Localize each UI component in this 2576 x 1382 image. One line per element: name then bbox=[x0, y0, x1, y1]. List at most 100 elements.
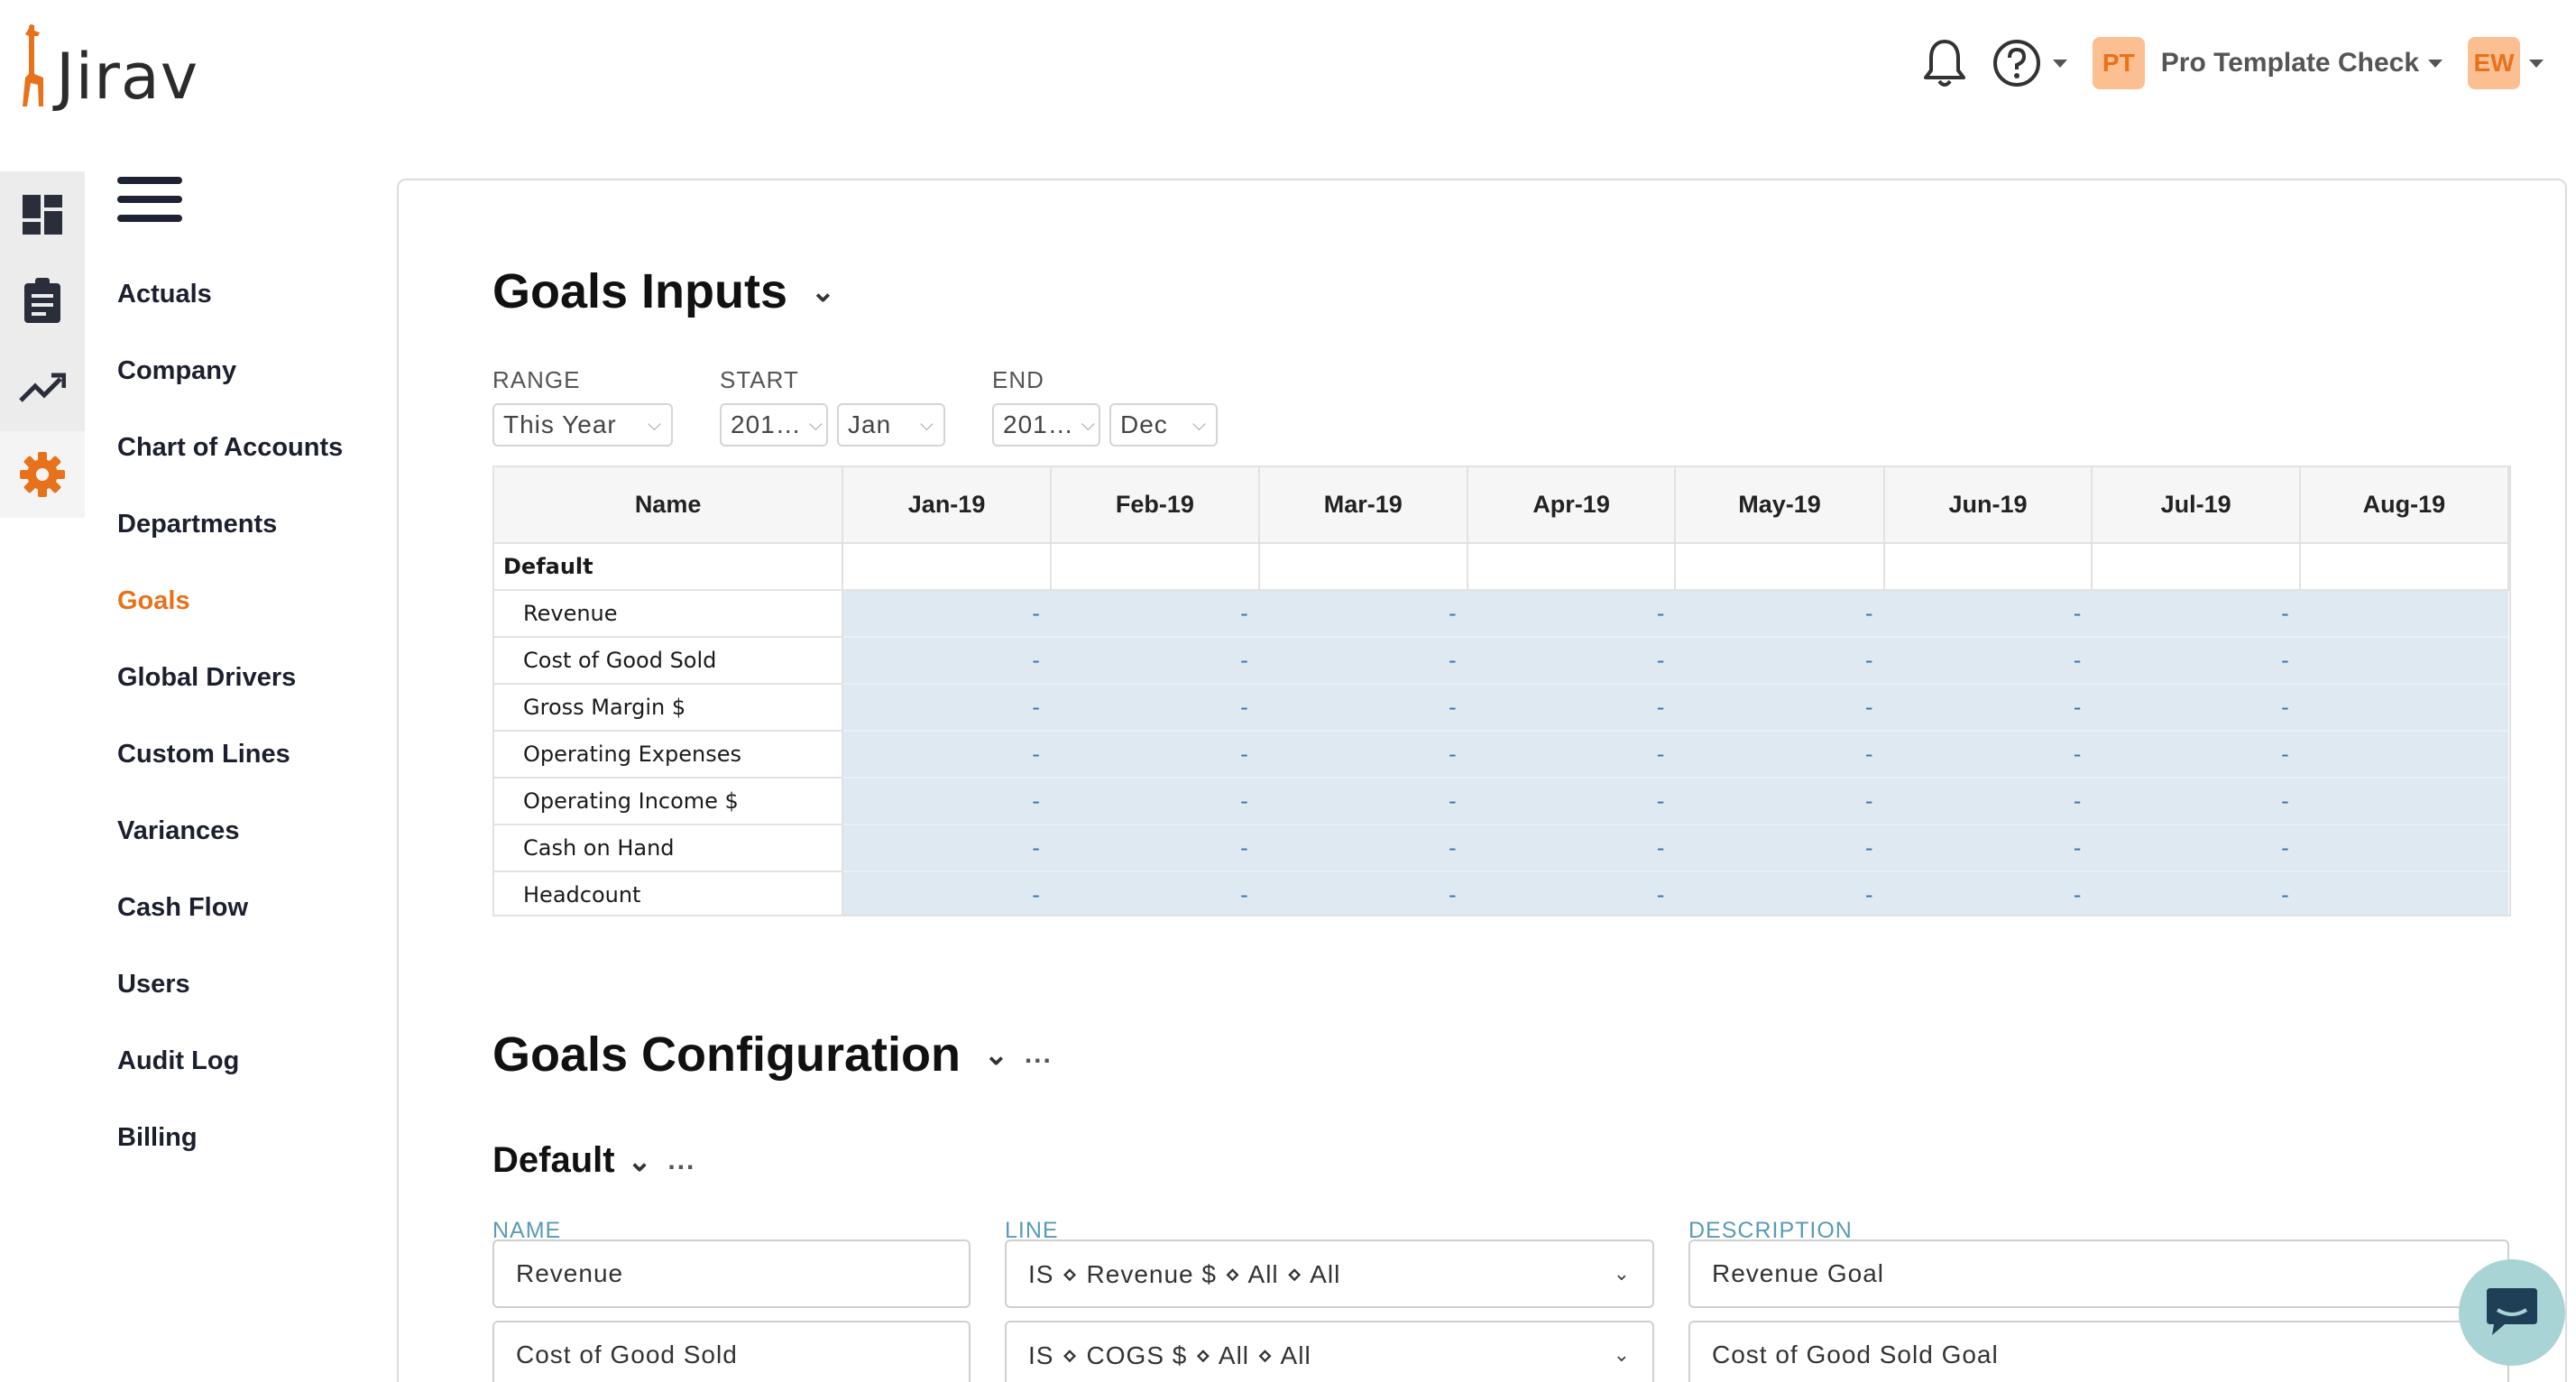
nav-item-departments[interactable]: Departments bbox=[117, 501, 343, 577]
end-month-select[interactable]: Dec ⌵ bbox=[1109, 403, 1218, 447]
value-cell[interactable]: - bbox=[1675, 590, 1884, 638]
value-cell[interactable]: - bbox=[1675, 778, 1884, 825]
rail-dashboard[interactable] bbox=[0, 171, 85, 258]
value-cell[interactable] bbox=[2299, 590, 2508, 638]
menu-icon[interactable] bbox=[117, 177, 182, 224]
value-cell[interactable] bbox=[2299, 637, 2508, 685]
company-dropdown-caret[interactable] bbox=[2428, 59, 2443, 68]
bell-icon[interactable] bbox=[1918, 36, 1972, 90]
value-cell[interactable]: - bbox=[1467, 590, 1676, 638]
value-cell[interactable]: - bbox=[1467, 871, 1676, 915]
value-cell[interactable]: - bbox=[2092, 637, 2300, 685]
value-cell[interactable]: - bbox=[842, 825, 1051, 872]
value-cell[interactable]: - bbox=[1258, 825, 1467, 872]
nav-item-actuals[interactable]: Actuals bbox=[117, 271, 343, 347]
user-dropdown-caret[interactable] bbox=[2529, 59, 2544, 68]
value-cell[interactable]: - bbox=[1467, 825, 1676, 872]
nav-item-chart-of-accounts[interactable]: Chart of Accounts bbox=[117, 424, 343, 501]
goal-description-field[interactable]: Revenue Goal bbox=[1688, 1239, 2509, 1308]
value-cell[interactable]: - bbox=[1467, 637, 1676, 685]
value-cell[interactable]: - bbox=[1258, 778, 1467, 825]
value-cell[interactable]: - bbox=[1258, 684, 1467, 732]
value-cell[interactable]: - bbox=[1883, 684, 2093, 732]
goal-description-field[interactable]: Cost of Good Sold Goal bbox=[1688, 1321, 2509, 1382]
value-cell[interactable]: - bbox=[1467, 778, 1676, 825]
value-cell[interactable]: - bbox=[842, 684, 1051, 732]
value-cell[interactable] bbox=[2299, 731, 2508, 779]
more-options-icon[interactable]: ... bbox=[667, 1146, 695, 1176]
value-cell[interactable]: - bbox=[1258, 731, 1467, 779]
value-cell[interactable]: - bbox=[1050, 871, 1259, 915]
value-cell[interactable]: - bbox=[1675, 637, 1884, 685]
value-cell[interactable]: - bbox=[1883, 825, 2093, 872]
value-cell[interactable] bbox=[2299, 778, 2508, 825]
nav-item-custom-lines[interactable]: Custom Lines bbox=[117, 731, 343, 807]
company-switcher[interactable]: Pro Template Check bbox=[2161, 48, 2419, 78]
value-cell[interactable]: - bbox=[1467, 731, 1676, 779]
value-cell[interactable]: - bbox=[842, 590, 1051, 638]
goal-line-select[interactable]: IS ⋄ COGS $ ⋄ All ⋄ All ⌄ bbox=[1005, 1321, 1654, 1382]
nav-item-global-drivers[interactable]: Global Drivers bbox=[117, 654, 343, 731]
goal-name-field[interactable]: Cost of Good Sold bbox=[492, 1321, 971, 1382]
value-cell[interactable]: - bbox=[1675, 684, 1884, 732]
value-cell[interactable]: - bbox=[1883, 778, 2093, 825]
value-cell[interactable]: - bbox=[1258, 590, 1467, 638]
value-cell[interactable]: - bbox=[1883, 590, 2093, 638]
nav-item-goals[interactable]: Goals bbox=[117, 577, 343, 654]
value-cell[interactable]: - bbox=[1050, 637, 1259, 685]
help-icon[interactable] bbox=[1990, 36, 2044, 90]
value-cell[interactable] bbox=[2299, 871, 2508, 915]
value-cell[interactable]: - bbox=[1883, 871, 2093, 915]
value-cell[interactable]: - bbox=[842, 731, 1051, 779]
value-cell[interactable] bbox=[2299, 684, 2508, 732]
user-avatar[interactable]: EW bbox=[2468, 37, 2520, 89]
start-year-select[interactable]: 201… ⌵ bbox=[720, 403, 828, 447]
goals-table: Name Jan-19 Feb-19 Mar-19 Apr-19 May-19 Jun-19… bbox=[494, 467, 2509, 915]
end-year-select[interactable]: 201… ⌵ bbox=[992, 403, 1100, 447]
more-options-icon[interactable]: ... bbox=[1025, 1039, 1053, 1070]
start-month-select[interactable]: Jan ⌵ bbox=[837, 403, 945, 447]
chevron-down-icon[interactable]: ⌄ bbox=[984, 1037, 1008, 1072]
company-avatar[interactable]: PT bbox=[2092, 37, 2145, 89]
value-cell[interactable]: - bbox=[1675, 871, 1884, 915]
value-cell[interactable]: - bbox=[1258, 637, 1467, 685]
value-cell[interactable]: - bbox=[2092, 825, 2300, 872]
value-cell[interactable]: - bbox=[1050, 731, 1259, 779]
nav-item-variances[interactable]: Variances bbox=[117, 807, 343, 884]
value-cell[interactable]: - bbox=[1258, 871, 1467, 915]
goal-line-select[interactable]: IS ⋄ Revenue $ ⋄ All ⋄ All ⌄ bbox=[1005, 1239, 1654, 1308]
rail-reports[interactable] bbox=[0, 258, 85, 345]
value-cell[interactable]: - bbox=[2092, 778, 2300, 825]
value-cell[interactable]: - bbox=[2092, 871, 2300, 915]
value-cell[interactable]: - bbox=[842, 871, 1051, 915]
value-cell[interactable]: - bbox=[1050, 590, 1259, 638]
value-cell[interactable]: - bbox=[1675, 731, 1884, 779]
value-cell[interactable]: - bbox=[842, 637, 1051, 685]
chevron-down-icon[interactable]: ⌄ bbox=[811, 274, 835, 309]
jirav-logo[interactable]: Jirav bbox=[13, 18, 198, 108]
nav-item-billing[interactable]: Billing bbox=[117, 1114, 343, 1191]
help-dropdown-caret[interactable] bbox=[2052, 59, 2067, 68]
nav-item-audit-log[interactable]: Audit Log bbox=[117, 1037, 343, 1114]
value-cell[interactable]: - bbox=[1883, 731, 2093, 779]
value-cell[interactable]: - bbox=[2092, 684, 2300, 732]
value-cell[interactable]: - bbox=[1883, 637, 2093, 685]
value-cell[interactable]: - bbox=[1675, 825, 1884, 872]
nav-item-users[interactable]: Users bbox=[117, 961, 343, 1037]
value-cell[interactable]: - bbox=[1050, 778, 1259, 825]
value-cell[interactable]: - bbox=[2092, 731, 2300, 779]
value-cell[interactable]: - bbox=[1050, 684, 1259, 732]
value-cell[interactable]: - bbox=[1467, 684, 1676, 732]
value-cell[interactable] bbox=[2299, 825, 2508, 872]
rail-settings[interactable] bbox=[0, 431, 85, 518]
rail-trends[interactable] bbox=[0, 345, 85, 431]
value-cell[interactable]: - bbox=[1050, 825, 1259, 872]
range-select[interactable]: This Year ⌵ bbox=[492, 403, 673, 447]
chevron-down-icon[interactable]: ⌄ bbox=[628, 1144, 652, 1178]
value-cell[interactable]: - bbox=[842, 778, 1051, 825]
nav-item-company[interactable]: Company bbox=[117, 347, 343, 424]
value-cell[interactable]: - bbox=[2092, 590, 2300, 638]
nav-item-cash-flow[interactable]: Cash Flow bbox=[117, 884, 343, 961]
goal-name-field[interactable]: Revenue bbox=[492, 1239, 971, 1308]
chat-button[interactable] bbox=[2459, 1259, 2565, 1366]
